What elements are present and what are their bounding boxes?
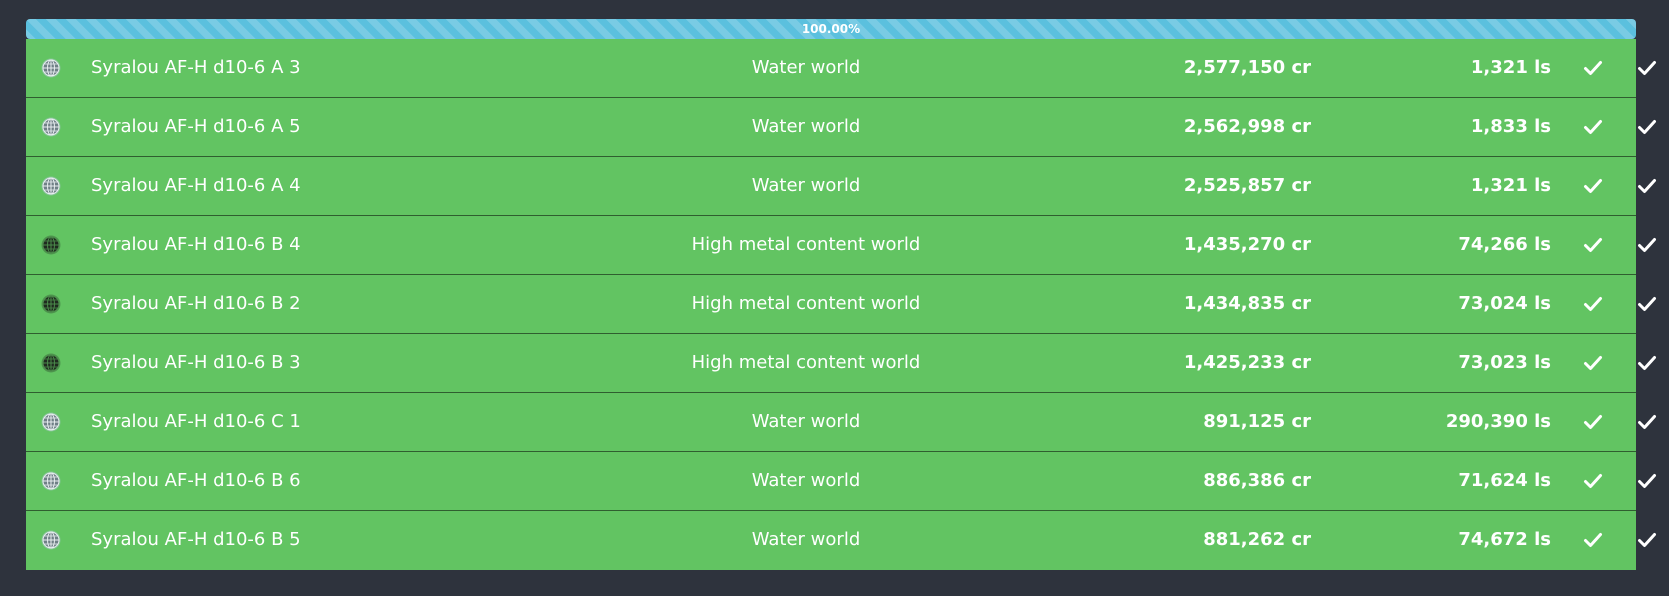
planet-distance: 74,672 ls bbox=[1458, 529, 1551, 550]
check-icon bbox=[1583, 176, 1603, 196]
planet-value: 2,562,998 cr bbox=[1183, 116, 1311, 137]
table-row[interactable]: Syralou AF-H d10-6 B 2 High metal content… bbox=[26, 275, 1656, 334]
planet-name: Syralou AF-H d10-6 B 5 bbox=[91, 529, 301, 550]
table-row[interactable]: Syralou AF-H d10-6 A 5 Water world 2,562,9… bbox=[26, 98, 1656, 157]
table-row[interactable]: Syralou AF-H d10-6 A 4 Water world 2,525,8… bbox=[26, 157, 1656, 216]
planet-value: 881,262 cr bbox=[1203, 529, 1311, 550]
table-row[interactable]: Syralou AF-H d10-6 B 6 Water world 886,386… bbox=[26, 452, 1656, 511]
check-icon bbox=[1583, 471, 1603, 491]
check-icon bbox=[1637, 412, 1657, 432]
planet-name: Syralou AF-H d10-6 C 1 bbox=[91, 411, 301, 432]
planet-distance: 290,390 ls bbox=[1445, 411, 1551, 432]
check-icon bbox=[1637, 471, 1657, 491]
table-row[interactable]: Syralou AF-H d10-6 B 4 High metal content… bbox=[26, 216, 1656, 275]
check-icon bbox=[1637, 294, 1657, 314]
planet-distance: 73,024 ls bbox=[1458, 293, 1551, 314]
check-icon bbox=[1583, 235, 1603, 255]
planet-type: Water world bbox=[751, 175, 861, 196]
check-icon bbox=[1637, 235, 1657, 255]
high-metal-world-icon bbox=[41, 294, 61, 314]
planet-name: Syralou AF-H d10-6 A 5 bbox=[91, 116, 301, 137]
water-world-icon bbox=[41, 530, 61, 550]
water-world-icon bbox=[41, 58, 61, 78]
progress-label: 100.00% bbox=[801, 22, 861, 36]
planet-name: Syralou AF-H d10-6 A 3 bbox=[91, 57, 301, 78]
planet-name: Syralou AF-H d10-6 B 4 bbox=[91, 234, 301, 255]
check-icon bbox=[1637, 530, 1657, 550]
planet-distance: 1,321 ls bbox=[1470, 57, 1551, 78]
planet-distance: 71,624 ls bbox=[1458, 470, 1551, 491]
planet-type: Water world bbox=[751, 57, 861, 78]
planet-list-panel: 100.00% Syralou AF-H d10-6 A 3 Water worl… bbox=[26, 19, 1656, 570]
planet-type: Water world bbox=[751, 411, 861, 432]
water-world-icon bbox=[41, 176, 61, 196]
table-row[interactable]: Syralou AF-H d10-6 B 3 High metal content… bbox=[26, 334, 1656, 393]
check-icon bbox=[1583, 294, 1603, 314]
planet-name: Syralou AF-H d10-6 B 3 bbox=[91, 352, 301, 373]
planet-value: 1,425,233 cr bbox=[1183, 352, 1311, 373]
planet-name: Syralou AF-H d10-6 A 4 bbox=[91, 175, 301, 196]
water-world-icon bbox=[41, 412, 61, 432]
planet-table: Syralou AF-H d10-6 A 3 Water world 2,577,1… bbox=[26, 39, 1656, 570]
check-icon bbox=[1637, 176, 1657, 196]
table-row[interactable]: Syralou AF-H d10-6 C 1 Water world 891,125… bbox=[26, 393, 1656, 452]
planet-distance: 1,321 ls bbox=[1470, 175, 1551, 196]
check-icon bbox=[1583, 530, 1603, 550]
water-world-icon bbox=[41, 471, 61, 491]
planet-value: 2,577,150 cr bbox=[1183, 57, 1311, 78]
table-row[interactable]: Syralou AF-H d10-6 A 3 Water world 2,577,1… bbox=[26, 39, 1656, 98]
high-metal-world-icon bbox=[41, 235, 61, 255]
planet-value: 886,386 cr bbox=[1203, 470, 1311, 491]
planet-type: Water world bbox=[751, 116, 861, 137]
progress-bar: 100.00% bbox=[26, 19, 1636, 39]
planet-type: High metal content world bbox=[691, 234, 921, 255]
table-row[interactable]: Syralou AF-H d10-6 B 5 Water world 881,262… bbox=[26, 511, 1656, 570]
check-icon bbox=[1583, 412, 1603, 432]
water-world-icon bbox=[41, 117, 61, 137]
check-icon bbox=[1637, 353, 1657, 373]
planet-value: 1,435,270 cr bbox=[1183, 234, 1311, 255]
planet-type: High metal content world bbox=[691, 293, 921, 314]
check-icon bbox=[1637, 117, 1657, 137]
planet-value: 1,434,835 cr bbox=[1183, 293, 1311, 314]
planet-name: Syralou AF-H d10-6 B 6 bbox=[91, 470, 301, 491]
check-icon bbox=[1583, 353, 1603, 373]
planet-distance: 74,266 ls bbox=[1458, 234, 1551, 255]
check-icon bbox=[1583, 58, 1603, 78]
planet-name: Syralou AF-H d10-6 B 2 bbox=[91, 293, 301, 314]
planet-distance: 1,833 ls bbox=[1470, 116, 1551, 137]
planet-value: 891,125 cr bbox=[1203, 411, 1311, 432]
check-icon bbox=[1583, 117, 1603, 137]
check-icon bbox=[1637, 58, 1657, 78]
planet-value: 2,525,857 cr bbox=[1183, 175, 1311, 196]
planet-type: Water world bbox=[751, 529, 861, 550]
planet-type: High metal content world bbox=[691, 352, 921, 373]
planet-distance: 73,023 ls bbox=[1458, 352, 1551, 373]
planet-type: Water world bbox=[751, 470, 861, 491]
high-metal-world-icon bbox=[41, 353, 61, 373]
